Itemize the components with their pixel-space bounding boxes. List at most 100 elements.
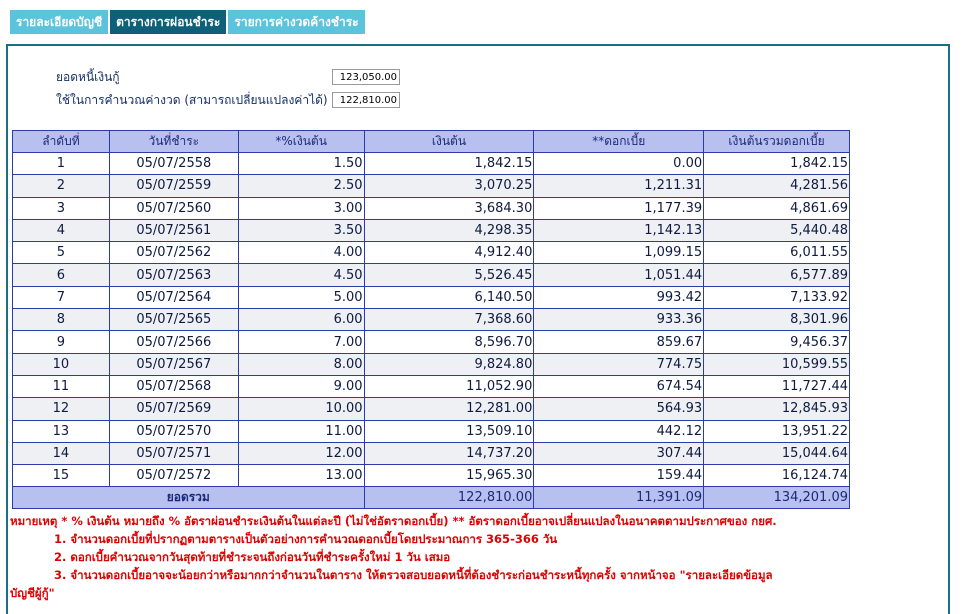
table-row: 3 05/07/2560 3.00 3,684.30 1,177.39 4,861.69 — [12, 196, 850, 220]
cell-pay-date: 05/07/2561 — [108, 218, 239, 243]
cell-principal-percent: 11.00 — [237, 419, 365, 443]
tab-account-details[interactable]: รายละเอียดบัญชี — [10, 10, 111, 34]
calc-amount-label: ใช้ในการคำนวณค่างวด (สามารถเปลี่ยนแปลงค่… — [56, 92, 328, 107]
cell-total: 4,861.69 — [703, 196, 850, 220]
cell-principal-percent: 4.00 — [237, 241, 365, 265]
cell-principal: 1,842.15 — [363, 151, 535, 176]
calc-amount-field[interactable] — [332, 92, 400, 108]
note-item-1: 1. จำนวนดอกเบี้ยที่ปรากฏตามตารางเป็นตัวอ… — [54, 532, 558, 546]
calc-amount-row: ใช้ในการคำนวณค่างวด (สามารถเปลี่ยนแปลงค่… — [56, 91, 400, 109]
cell-interest: 933.36 — [533, 308, 705, 332]
cell-seq: 3 — [12, 196, 110, 220]
cell-interest: 1,177.39 — [533, 196, 705, 220]
table-row: 15 05/07/2572 13.00 15,965.30 159.44 16,124.7… — [12, 464, 850, 488]
table-row: 8 05/07/2565 6.00 7,368.60 933.36 8,301.96 — [12, 308, 850, 332]
header-interest: **ดอกเบี้ย — [533, 130, 705, 153]
cell-principal: 15,965.30 — [363, 464, 535, 488]
cell-pay-date: 05/07/2567 — [108, 352, 239, 376]
cell-seq: 2 — [12, 174, 110, 198]
cell-total: 4,281.56 — [703, 174, 850, 198]
cell-seq: 14 — [12, 441, 110, 466]
tab-payment-schedule[interactable]: ตารางการผ่อนชำระ — [110, 10, 229, 34]
cell-principal-percent: 3.00 — [237, 196, 365, 220]
cell-principal-percent: 9.00 — [237, 374, 365, 399]
cell-pay-date: 05/07/2570 — [108, 419, 239, 443]
cell-principal-percent: 2.50 — [237, 174, 365, 198]
cell-total: 12,845.93 — [703, 397, 850, 421]
cell-principal-percent: 5.00 — [237, 285, 365, 310]
cell-principal: 3,070.25 — [363, 174, 535, 198]
cell-seq: 11 — [12, 374, 110, 399]
cell-total: 8,301.96 — [703, 308, 850, 332]
payment-schedule-table: ลำดับที่ วันที่ชำระ *%เงินต้น เงินต้น **… — [12, 130, 850, 510]
table-row: 1 05/07/2558 1.50 1,842.15 0.00 1,842.15 — [12, 151, 850, 176]
table-row: 14 05/07/2571 12.00 14,737.20 307.44 15,044.6… — [12, 441, 850, 466]
total-label: ยอดรวม — [12, 486, 365, 510]
cell-total: 7,133.92 — [703, 285, 850, 310]
cell-pay-date: 05/07/2566 — [108, 330, 239, 354]
cell-interest: 1,051.44 — [533, 263, 705, 287]
table-row: 4 05/07/2561 3.50 4,298.35 1,142.13 5,440.48 — [12, 218, 850, 243]
table-row: 11 05/07/2568 9.00 11,052.90 674.54 11,727.44 — [12, 374, 850, 399]
table-total-row: ยอดรวม 122,810.00 11,391.09 134,201.09 — [12, 486, 850, 510]
cell-seq: 5 — [12, 241, 110, 265]
cell-principal: 14,737.20 — [363, 441, 535, 466]
table-row: 13 05/07/2570 11.00 13,509.10 442.12 13,951.2… — [12, 419, 850, 443]
cell-principal-percent: 1.50 — [237, 151, 365, 176]
note-main: หมายเหตุ * % เงินต้น หมายถึง % อัตราผ่อน… — [10, 514, 777, 528]
cell-seq: 9 — [12, 330, 110, 354]
header-seq: ลำดับที่ — [12, 130, 110, 153]
cell-pay-date: 05/07/2569 — [108, 397, 239, 421]
debt-amount-field[interactable] — [332, 69, 400, 85]
cell-principal-percent: 10.00 — [237, 397, 365, 421]
cell-pay-date: 05/07/2564 — [108, 285, 239, 310]
cell-interest: 1,142.13 — [533, 218, 705, 243]
cell-principal: 7,368.60 — [363, 308, 535, 332]
tab-bar: รายละเอียดบัญชี ตารางการผ่อนชำระ รายการค… — [10, 10, 367, 34]
cell-interest: 674.54 — [533, 374, 705, 399]
cell-interest: 1,099.15 — [533, 241, 705, 265]
debt-amount-label: ยอดหนี้เงินกู้ — [56, 69, 120, 84]
cell-pay-date: 05/07/2558 — [108, 151, 239, 176]
cell-pay-date: 05/07/2565 — [108, 308, 239, 332]
cell-pay-date: 05/07/2562 — [108, 241, 239, 265]
cell-principal-percent: 13.00 — [237, 464, 365, 488]
cell-total: 10,599.55 — [703, 352, 850, 376]
cell-interest: 0.00 — [533, 151, 705, 176]
cell-seq: 12 — [12, 397, 110, 421]
cell-interest: 993.42 — [533, 285, 705, 310]
cell-principal: 8,596.70 — [363, 330, 535, 354]
table-row: 2 05/07/2559 2.50 3,070.25 1,211.31 4,281.56 — [12, 174, 850, 198]
cell-seq: 1 — [12, 151, 110, 176]
cell-seq: 7 — [12, 285, 110, 310]
cell-pay-date: 05/07/2568 — [108, 374, 239, 399]
cell-principal-percent: 7.00 — [237, 330, 365, 354]
table-row: 12 05/07/2569 10.00 12,281.00 564.93 12,845.9… — [12, 397, 850, 421]
schedule-panel: ยอดหนี้เงินกู้ ใช้ในการคำนวณค่างวด (สามา… — [6, 44, 950, 614]
cell-total: 5,440.48 — [703, 218, 850, 243]
header-principal: เงินต้น — [363, 130, 535, 153]
cell-pay-date: 05/07/2560 — [108, 196, 239, 220]
cell-seq: 13 — [12, 419, 110, 443]
total-sum: 134,201.09 — [703, 486, 850, 510]
cell-interest: 859.67 — [533, 330, 705, 354]
notes-section: หมายเหตุ * % เงินต้น หมายถึง % อัตราผ่อน… — [10, 512, 942, 602]
header-pay-date: วันที่ชำระ — [108, 130, 239, 153]
header-principal-percent: *%เงินต้น — [237, 130, 365, 153]
table-row: 6 05/07/2563 4.50 5,526.45 1,051.44 6,577.89 — [12, 263, 850, 287]
cell-total: 16,124.74 — [703, 464, 850, 488]
table-row: 5 05/07/2562 4.00 4,912.40 1,099.15 6,011.55 — [12, 241, 850, 265]
cell-total: 6,577.89 — [703, 263, 850, 287]
tab-overdue-installments[interactable]: รายการค่างวดค้างชำระ — [228, 10, 367, 34]
cell-seq: 15 — [12, 464, 110, 488]
cell-principal: 13,509.10 — [363, 419, 535, 443]
cell-pay-date: 05/07/2563 — [108, 263, 239, 287]
table-row: 9 05/07/2566 7.00 8,596.70 859.67 9,456.37 — [12, 330, 850, 354]
cell-total: 6,011.55 — [703, 241, 850, 265]
cell-principal-percent: 6.00 — [237, 308, 365, 332]
note-item-3: 3. จำนวนดอกเบี้ยอาจจะน้อยกว่าหรือมากกว่า… — [54, 568, 773, 582]
cell-principal: 9,824.80 — [363, 352, 535, 376]
cell-pay-date: 05/07/2559 — [108, 174, 239, 198]
cell-total: 13,951.22 — [703, 419, 850, 443]
debt-amount-row: ยอดหนี้เงินกู้ — [56, 68, 400, 86]
